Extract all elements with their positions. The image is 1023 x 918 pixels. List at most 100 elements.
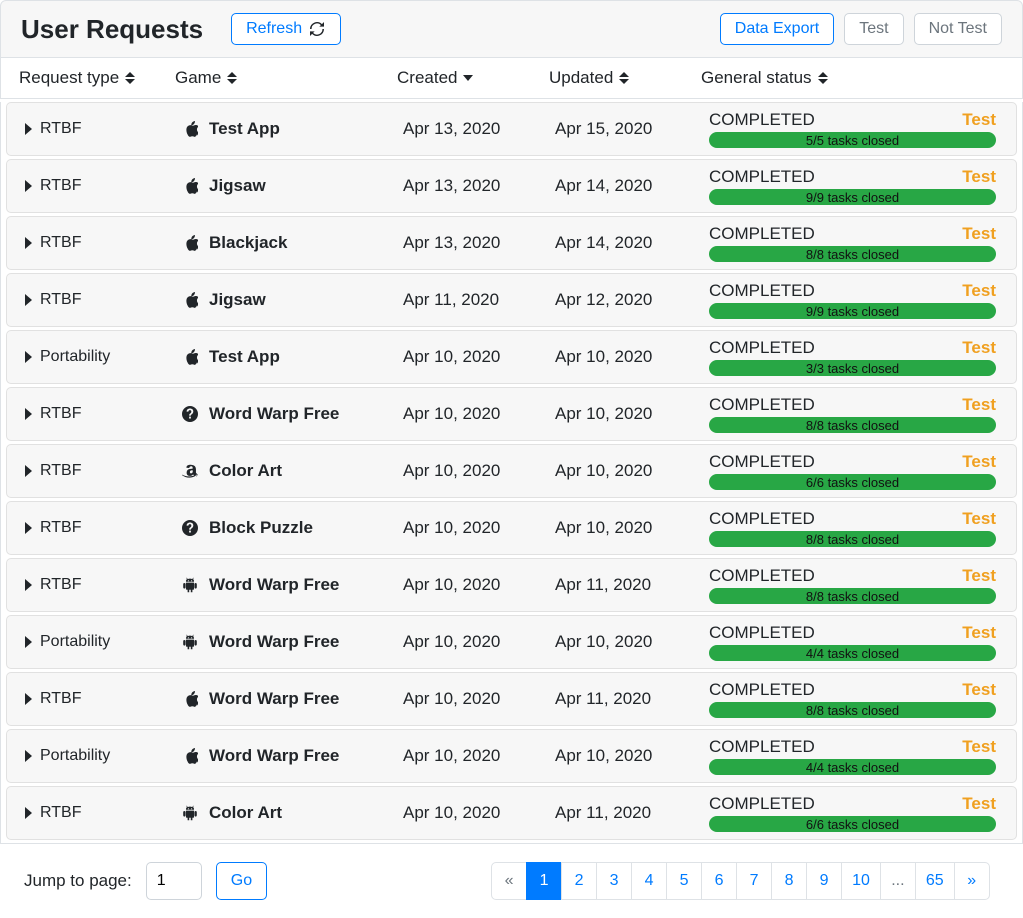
page-first[interactable]: « bbox=[491, 862, 527, 900]
table-row[interactable]: RTBFBlackjackApr 13, 2020Apr 14, 2020COM… bbox=[6, 216, 1017, 270]
refresh-icon bbox=[308, 22, 326, 36]
cell-type: Portability bbox=[7, 633, 157, 651]
column-header-status[interactable]: General status bbox=[701, 68, 1022, 88]
help-icon bbox=[181, 520, 199, 536]
table-row[interactable]: RTBFJigsawApr 11, 2020Apr 12, 2020COMPLE… bbox=[6, 273, 1017, 327]
status-text: COMPLETED bbox=[709, 110, 815, 130]
expand-icon[interactable] bbox=[25, 807, 32, 819]
table-row[interactable]: RTBFWord Warp FreeApr 10, 2020Apr 11, 20… bbox=[6, 558, 1017, 612]
expand-icon[interactable] bbox=[25, 750, 32, 762]
request-type: RTBF bbox=[40, 405, 81, 423]
apple-icon bbox=[181, 291, 199, 309]
sort-icon bbox=[125, 72, 135, 84]
table-row[interactable]: RTBFWord Warp FreeApr 10, 2020Apr 10, 20… bbox=[6, 387, 1017, 441]
table-row[interactable]: PortabilityWord Warp FreeApr 10, 2020Apr… bbox=[6, 615, 1017, 669]
jump-to-page-input[interactable] bbox=[146, 862, 202, 900]
cell-updated: Apr 10, 2020 bbox=[555, 632, 707, 652]
game-name: Jigsaw bbox=[209, 290, 266, 310]
column-header-game[interactable]: Game bbox=[151, 68, 397, 88]
not-test-filter-button[interactable]: Not Test bbox=[914, 13, 1002, 45]
expand-icon[interactable] bbox=[25, 636, 32, 648]
request-type: Portability bbox=[40, 633, 110, 651]
table-row[interactable]: RTBFJigsawApr 13, 2020Apr 14, 2020COMPLE… bbox=[6, 159, 1017, 213]
sort-icon bbox=[818, 72, 828, 84]
progress-label: 4/4 tasks closed bbox=[709, 645, 996, 661]
page-6[interactable]: 6 bbox=[701, 862, 737, 900]
progress-label: 8/8 tasks closed bbox=[709, 417, 996, 433]
page-3[interactable]: 3 bbox=[596, 862, 632, 900]
column-header-created[interactable]: Created bbox=[397, 68, 549, 88]
cell-updated: Apr 10, 2020 bbox=[555, 518, 707, 538]
table-row[interactable]: RTBFTest AppApr 13, 2020Apr 15, 2020COMP… bbox=[6, 102, 1017, 156]
expand-icon[interactable] bbox=[25, 579, 32, 591]
cell-updated: Apr 14, 2020 bbox=[555, 233, 707, 253]
status-text: COMPLETED bbox=[709, 452, 815, 472]
cell-game: Test App bbox=[157, 119, 403, 139]
table-row[interactable]: RTBFWord Warp FreeApr 10, 2020Apr 11, 20… bbox=[6, 672, 1017, 726]
expand-icon[interactable] bbox=[25, 180, 32, 192]
game-name: Jigsaw bbox=[209, 176, 266, 196]
status-text: COMPLETED bbox=[709, 794, 815, 814]
test-filter-button[interactable]: Test bbox=[844, 13, 903, 45]
expand-icon[interactable] bbox=[25, 465, 32, 477]
request-type: RTBF bbox=[40, 291, 81, 309]
cell-status: COMPLETEDTest3/3 tasks closed bbox=[707, 338, 1016, 376]
page-ellipsis[interactable]: ... bbox=[880, 862, 916, 900]
refresh-label: Refresh bbox=[246, 20, 302, 38]
apple-icon bbox=[181, 177, 199, 195]
cell-game: Word Warp Free bbox=[157, 689, 403, 709]
page-next[interactable]: » bbox=[954, 862, 990, 900]
game-name: Color Art bbox=[209, 461, 282, 481]
expand-icon[interactable] bbox=[25, 408, 32, 420]
cell-updated: Apr 10, 2020 bbox=[555, 461, 707, 481]
test-badge: Test bbox=[962, 395, 996, 415]
page-9[interactable]: 9 bbox=[806, 862, 842, 900]
game-name: Word Warp Free bbox=[209, 575, 339, 595]
page-8[interactable]: 8 bbox=[771, 862, 807, 900]
request-type: RTBF bbox=[40, 234, 81, 252]
cell-type: RTBF bbox=[7, 405, 157, 423]
sort-icon bbox=[227, 72, 237, 84]
table-row[interactable]: PortabilityWord Warp FreeApr 10, 2020Apr… bbox=[6, 729, 1017, 783]
table-row[interactable]: RTBFBlock PuzzleApr 10, 2020Apr 10, 2020… bbox=[6, 501, 1017, 555]
progress-label: 5/5 tasks closed bbox=[709, 132, 996, 148]
cell-status: COMPLETEDTest6/6 tasks closed bbox=[707, 794, 1016, 832]
page-7[interactable]: 7 bbox=[736, 862, 772, 900]
game-name: Color Art bbox=[209, 803, 282, 823]
apple-icon bbox=[181, 120, 199, 138]
page-10[interactable]: 10 bbox=[841, 862, 881, 900]
column-header-type[interactable]: Request type bbox=[1, 68, 151, 88]
progress-label: 8/8 tasks closed bbox=[709, 531, 996, 547]
progress-bar: 4/4 tasks closed bbox=[709, 645, 996, 661]
page-last[interactable]: 65 bbox=[915, 862, 955, 900]
request-type: RTBF bbox=[40, 804, 81, 822]
android-icon bbox=[181, 576, 199, 594]
table-row[interactable]: PortabilityTest AppApr 10, 2020Apr 10, 2… bbox=[6, 330, 1017, 384]
cell-game: Word Warp Free bbox=[157, 632, 403, 652]
table-row[interactable]: RTBFColor ArtApr 10, 2020Apr 11, 2020COM… bbox=[6, 786, 1017, 840]
status-text: COMPLETED bbox=[709, 281, 815, 301]
progress-label: 8/8 tasks closed bbox=[709, 702, 996, 718]
page-2[interactable]: 2 bbox=[561, 862, 597, 900]
game-name: Block Puzzle bbox=[209, 518, 313, 538]
expand-icon[interactable] bbox=[25, 693, 32, 705]
status-text: COMPLETED bbox=[709, 509, 815, 529]
cell-created: Apr 10, 2020 bbox=[403, 803, 555, 823]
refresh-button[interactable]: Refresh bbox=[231, 13, 341, 45]
expand-icon[interactable] bbox=[25, 237, 32, 249]
expand-icon[interactable] bbox=[25, 351, 32, 363]
go-button[interactable]: Go bbox=[216, 862, 267, 900]
test-badge: Test bbox=[962, 281, 996, 301]
column-header-updated[interactable]: Updated bbox=[549, 68, 701, 88]
apple-icon bbox=[181, 234, 199, 252]
progress-bar: 5/5 tasks closed bbox=[709, 132, 996, 148]
table-row[interactable]: RTBFColor ArtApr 10, 2020Apr 10, 2020COM… bbox=[6, 444, 1017, 498]
expand-icon[interactable] bbox=[25, 522, 32, 534]
page-5[interactable]: 5 bbox=[666, 862, 702, 900]
expand-icon[interactable] bbox=[25, 294, 32, 306]
expand-icon[interactable] bbox=[25, 123, 32, 135]
page-1[interactable]: 1 bbox=[526, 862, 562, 900]
cell-type: RTBF bbox=[7, 234, 157, 252]
page-4[interactable]: 4 bbox=[631, 862, 667, 900]
data-export-button[interactable]: Data Export bbox=[720, 13, 834, 45]
